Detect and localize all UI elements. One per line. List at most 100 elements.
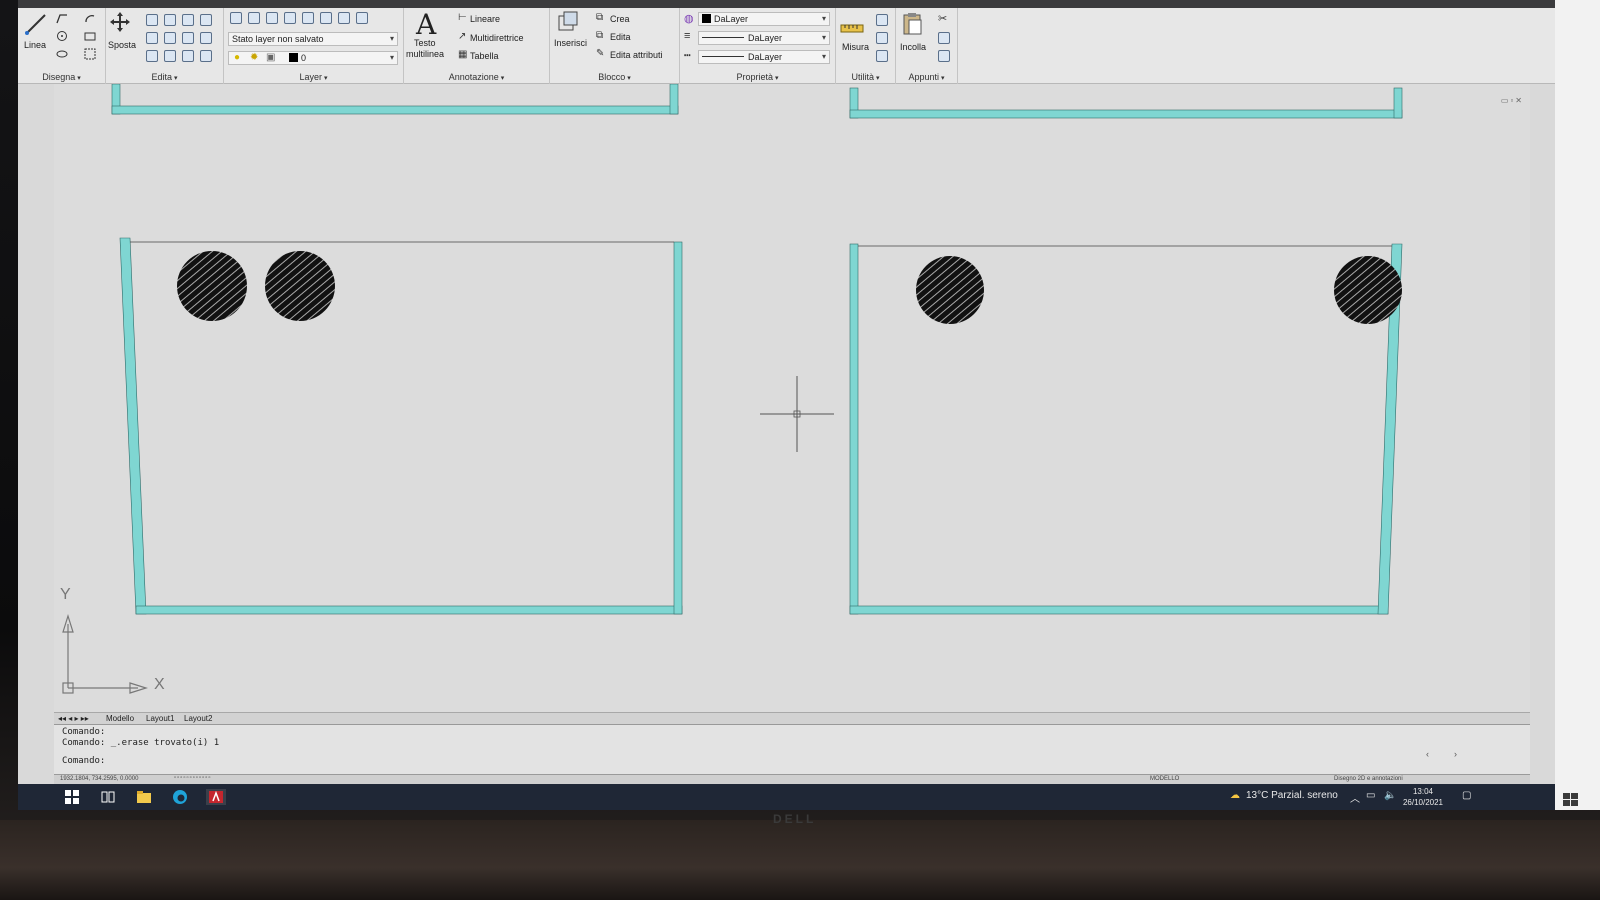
measure-icon[interactable] xyxy=(840,16,864,40)
layer-state-dropdown[interactable]: Stato layer non salvato xyxy=(228,32,398,46)
text-multiline-label[interactable]: multilinea xyxy=(406,49,444,59)
erase-icon[interactable] xyxy=(146,50,158,62)
layer-properties-icon[interactable] xyxy=(230,12,242,24)
tab-modello[interactable]: Modello xyxy=(106,714,134,723)
layer-match-icon[interactable] xyxy=(248,12,260,24)
model-space-button[interactable]: MODELLO xyxy=(1150,776,1179,782)
line-button-label[interactable]: Linea xyxy=(24,40,46,50)
task-view-icon[interactable] xyxy=(100,789,116,805)
tab-layout1[interactable]: Layout1 xyxy=(146,714,174,723)
edit-attributes-label[interactable]: Edita attributi xyxy=(610,50,663,60)
trim-icon[interactable] xyxy=(182,14,194,26)
top-left-box[interactable] xyxy=(111,84,679,115)
color-dropdown[interactable]: DaLayer xyxy=(698,12,830,26)
layer-freeze-icon[interactable] xyxy=(320,12,332,24)
tray-expand-icon[interactable]: ︿ xyxy=(1350,790,1360,805)
move-icon[interactable] xyxy=(108,10,132,34)
edit-attributes-icon[interactable]: ✎ xyxy=(596,48,604,59)
hatched-circle[interactable] xyxy=(916,256,984,324)
insert-block-icon[interactable] xyxy=(556,10,580,34)
panel-title-proprieta[interactable]: Proprietà xyxy=(680,72,835,82)
match-properties-icon[interactable]: ◍ xyxy=(684,12,694,25)
rectangle-icon[interactable] xyxy=(84,30,96,42)
table-icon[interactable]: ▦ xyxy=(458,49,467,60)
drawing-canvas[interactable]: ▭▫✕ Y X xyxy=(54,84,1530,712)
ellipse-icon[interactable] xyxy=(56,48,68,60)
command-scroll-arrows[interactable]: ‹ › xyxy=(1426,749,1457,759)
offset-icon[interactable] xyxy=(200,50,212,62)
hatched-circle[interactable] xyxy=(177,251,247,321)
move-button-label[interactable]: Sposta xyxy=(108,40,136,50)
line-icon[interactable] xyxy=(24,12,48,36)
circle-icon[interactable] xyxy=(56,30,68,42)
create-block-label[interactable]: Crea xyxy=(610,14,630,24)
taskbar-clock[interactable]: 13:04 26/10/2021 xyxy=(1398,786,1448,808)
drafting-toggles[interactable]: ▫▫▫▫▫▫▫▫▫▫▫▫ xyxy=(174,775,212,781)
rotate-icon[interactable] xyxy=(164,14,176,26)
copy-clip-icon[interactable] xyxy=(938,32,950,44)
calculator-icon[interactable] xyxy=(876,32,888,44)
tab-nav-arrows[interactable]: ◂◂ ◂ ▸ ▸▸ xyxy=(58,714,89,723)
panel-title-blocco[interactable]: Blocco xyxy=(550,72,679,82)
scale-icon[interactable] xyxy=(164,32,176,44)
stretch-icon[interactable] xyxy=(146,32,158,44)
table-label[interactable]: Tabella xyxy=(470,51,499,61)
grid-array-icon[interactable] xyxy=(182,50,194,62)
layer-lock-icon[interactable] xyxy=(356,12,368,24)
linear-dimension-label[interactable]: Lineare xyxy=(470,14,500,24)
linear-dimension-icon[interactable]: ⊢ xyxy=(458,12,467,23)
hatched-circle[interactable] xyxy=(1334,256,1402,324)
volume-icon[interactable]: 🔈 xyxy=(1384,790,1396,801)
copy-base-icon[interactable] xyxy=(938,50,950,62)
weather-icon[interactable]: ☁ xyxy=(1230,790,1240,801)
layer-off-icon[interactable] xyxy=(338,12,350,24)
layer-previous-icon[interactable] xyxy=(266,12,278,24)
array-icon[interactable] xyxy=(200,14,212,26)
edit-block-icon[interactable]: ⧉ xyxy=(596,30,603,41)
create-block-icon[interactable]: ⧉ xyxy=(596,12,603,23)
id-point-icon[interactable] xyxy=(876,50,888,62)
paste-button-label[interactable]: Incolla xyxy=(900,42,926,52)
edit-block-label[interactable]: Edita xyxy=(610,32,631,42)
copy-icon[interactable] xyxy=(146,14,158,26)
file-explorer-icon[interactable] xyxy=(136,789,152,805)
panel-title-layer[interactable]: Layer xyxy=(224,72,403,82)
multileader-label[interactable]: Multidirettrice xyxy=(470,33,524,43)
sun-icon[interactable]: ✹ xyxy=(250,52,258,63)
text-button-label[interactable]: Testo xyxy=(414,38,436,48)
panel-title-annotazione[interactable]: Annotazione xyxy=(404,72,549,82)
hatched-circle[interactable] xyxy=(265,251,335,321)
panel-title-edita[interactable]: Edita xyxy=(106,72,223,82)
explode-icon[interactable] xyxy=(164,50,176,62)
lightbulb-icon[interactable]: ● xyxy=(234,52,240,63)
region-icon[interactable] xyxy=(84,48,96,60)
edge-browser-icon[interactable] xyxy=(172,789,188,805)
panel-title-appunti[interactable]: Appunti xyxy=(896,72,957,82)
notifications-icon[interactable]: ▢ xyxy=(1462,790,1471,801)
autocad-taskbar-icon[interactable] xyxy=(206,789,226,805)
linetype-icon[interactable]: ┅ xyxy=(684,49,691,62)
start-icon[interactable] xyxy=(64,789,80,805)
arc-icon[interactable] xyxy=(84,12,96,24)
top-right-box[interactable] xyxy=(849,87,1403,119)
panel-title-disegna[interactable]: Disegna xyxy=(18,72,105,82)
lineweight-dropdown[interactable]: DaLayer xyxy=(698,31,830,45)
network-icon[interactable]: ▭ xyxy=(1366,790,1375,801)
layer-isolate-icon[interactable] xyxy=(284,12,296,24)
polyline-icon[interactable] xyxy=(56,12,68,24)
weather-widget[interactable]: 13°C Parzial. sereno xyxy=(1246,790,1338,801)
mirror-icon[interactable] xyxy=(182,32,194,44)
fillet-icon[interactable] xyxy=(200,32,212,44)
lock-icon[interactable]: ▣ xyxy=(266,52,275,63)
quick-select-icon[interactable] xyxy=(876,14,888,26)
panel-title-utilita[interactable]: Utilità xyxy=(836,72,895,82)
insert-button-label[interactable]: Inserisci xyxy=(554,38,587,48)
lineweight-icon[interactable]: ≡ xyxy=(684,30,690,42)
command-line[interactable]: Comando: Comando: _.erase trovato(i) 1 C… xyxy=(54,724,1530,774)
paste-icon[interactable] xyxy=(900,12,924,36)
measure-button-label[interactable]: Misura xyxy=(842,42,869,52)
command-prompt[interactable]: Comando: xyxy=(62,756,105,766)
multileader-icon[interactable]: ↗ xyxy=(458,31,466,42)
cut-icon[interactable]: ✂ xyxy=(938,12,947,25)
tab-layout2[interactable]: Layout2 xyxy=(184,714,212,723)
